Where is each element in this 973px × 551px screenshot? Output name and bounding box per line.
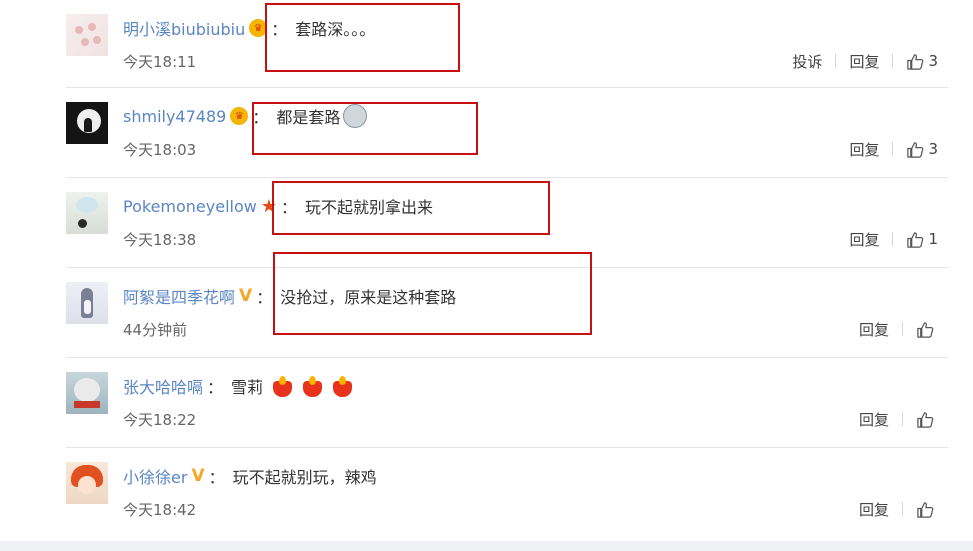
highlight-box [265, 3, 460, 72]
reply-button[interactable]: 回复 [849, 229, 879, 250]
username-link[interactable]: shmily47489 [123, 107, 226, 126]
divider [902, 322, 903, 336]
divider [902, 502, 903, 516]
avatar[interactable] [66, 372, 108, 414]
candle-icon [332, 375, 353, 397]
colon: ： [208, 468, 225, 487]
colon: ： [256, 288, 273, 307]
reply-button[interactable]: 回复 [849, 139, 879, 160]
crown-icon: ♛ [230, 107, 249, 125]
like-button[interactable] [916, 320, 935, 339]
divider [835, 54, 837, 68]
thumbs-up-icon [917, 501, 934, 518]
reply-button[interactable]: 回复 [859, 319, 889, 340]
colon: ： [207, 378, 224, 397]
thumbs-up-icon [907, 141, 924, 158]
username-link[interactable]: 小徐徐er [123, 464, 187, 488]
like-count: 3 [928, 52, 938, 70]
timestamp: 今天18:22 [123, 411, 197, 429]
timestamp: 今天18:03 [123, 141, 197, 159]
thumbs-up-icon [917, 411, 934, 428]
like-button[interactable]: 1 [906, 230, 938, 249]
timestamp: 44分钟前 [123, 321, 188, 339]
highlight-box [273, 252, 592, 335]
thumbs-up-icon [917, 321, 934, 338]
reply-button[interactable]: 回复 [859, 499, 889, 520]
page-bottom-band [0, 541, 973, 551]
thumbs-up-icon [907, 53, 924, 70]
comment-text: 玩不起就别玩，辣鸡 [232, 468, 377, 487]
candle-icon [302, 375, 323, 397]
divider [892, 54, 894, 68]
avatar[interactable] [66, 282, 108, 324]
avatar[interactable] [66, 14, 108, 56]
like-button[interactable] [916, 410, 935, 429]
timestamp: 今天18:42 [123, 501, 197, 519]
avatar[interactable] [66, 462, 108, 504]
username-link[interactable]: 张大哈哈嗝 [123, 374, 203, 398]
username-link[interactable]: 阿絮是四季花啊 [123, 284, 235, 308]
thumbs-up-icon [907, 231, 924, 248]
divider [902, 412, 903, 426]
divider [892, 142, 894, 156]
highlight-box [252, 102, 478, 155]
like-button[interactable]: 3 [906, 140, 938, 159]
avatar[interactable] [66, 192, 108, 234]
like-button[interactable]: 3 [906, 52, 938, 71]
like-count: 1 [928, 230, 938, 248]
comment-text: 雪莉 [231, 378, 264, 397]
timestamp: 今天18:11 [123, 53, 197, 71]
comment-item: 明小溪biubiubiu ♛ ： 套路深。。。 今天18:11 投诉 回复 3 [0, 0, 973, 90]
like-button[interactable] [916, 500, 935, 519]
comment-item: 小徐徐er V ： 玩不起就别玩，辣鸡 今天18:42 回复 [0, 448, 973, 538]
username-link[interactable]: Pokemoneyellow [123, 197, 257, 216]
divider [892, 232, 894, 246]
comment-item: 张大哈哈嗝 ： 雪莉 今天18:22 回复 [0, 358, 973, 448]
timestamp: 今天18:38 [123, 231, 197, 249]
vip-v-icon: V [191, 466, 205, 486]
reply-button[interactable]: 回复 [859, 409, 889, 430]
avatar[interactable] [66, 102, 108, 144]
vip-v-icon: V [239, 286, 253, 306]
username-link[interactable]: 明小溪biubiubiu [123, 16, 245, 40]
comment-item: shmily47489 ♛ ： 都是套路 今天18:03 回复 3 [0, 88, 973, 178]
report-button[interactable]: 投诉 [792, 51, 822, 72]
candle-icon [272, 375, 293, 397]
reply-button[interactable]: 回复 [849, 51, 879, 72]
highlight-box [272, 181, 550, 235]
like-count: 3 [928, 140, 938, 158]
